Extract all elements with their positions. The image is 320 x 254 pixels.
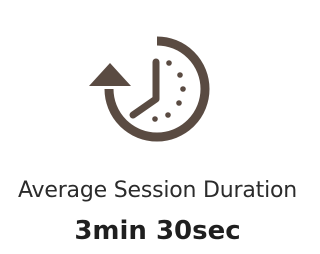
session-duration-card: Average Session Duration 3min 30sec xyxy=(0,0,315,254)
stat-value: 3min 30sec xyxy=(74,216,241,246)
stat-label: Average Session Duration xyxy=(17,178,298,203)
clock-history-icon xyxy=(0,0,315,160)
